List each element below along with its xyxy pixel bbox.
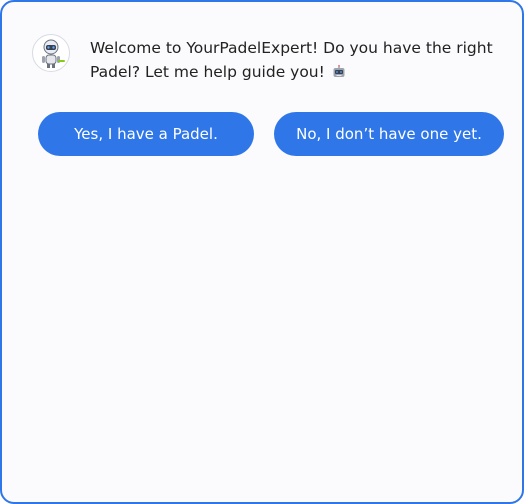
robot-illustration	[42, 39, 65, 68]
bot-message-body: Welcome to YourPadelExpert! Do you have …	[90, 39, 493, 81]
no-padel-yet-button[interactable]: No, I don’t have one yet.	[274, 112, 504, 156]
yes-have-padel-button[interactable]: Yes, I have a Padel.	[38, 112, 254, 156]
chat-panel: Welcome to YourPadelExpert! Do you have …	[0, 0, 524, 504]
robot-face-icon	[332, 62, 346, 86]
robot-avatar-icon	[32, 34, 70, 72]
bot-message: Welcome to YourPadelExpert! Do you have …	[32, 34, 502, 86]
bot-message-text: Welcome to YourPadelExpert! Do you have …	[90, 36, 500, 86]
